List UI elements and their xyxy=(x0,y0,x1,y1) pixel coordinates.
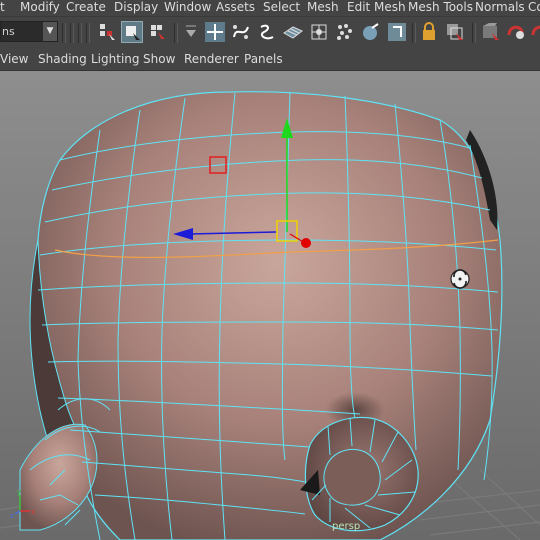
chevron-down-icon: ▼ xyxy=(43,22,57,41)
menu-item-edit-mesh[interactable]: Edit Mesh xyxy=(347,0,406,15)
toolbar-divider xyxy=(70,23,74,43)
select-by-component-icon[interactable] xyxy=(147,21,169,43)
menu-item-create[interactable]: Create xyxy=(66,0,106,15)
toolbar-divider xyxy=(62,23,66,43)
ipr-render-icon[interactable] xyxy=(506,21,528,43)
head-mesh[interactable] xyxy=(19,91,503,540)
dropdown-arrow-icon[interactable] xyxy=(180,21,202,43)
head-surface[interactable] xyxy=(36,91,503,540)
panel-menu-show[interactable]: Show xyxy=(143,52,175,66)
toolbar-divider xyxy=(78,23,82,43)
construction-grid-icon[interactable] xyxy=(386,21,408,43)
menu-item-color[interactable]: Co xyxy=(528,0,540,15)
menu-item-mesh-tools[interactable]: Mesh Tools xyxy=(408,0,473,15)
select-by-object-icon[interactable] xyxy=(121,21,143,43)
axis-label-z: z xyxy=(10,512,14,519)
ear-inner[interactable] xyxy=(323,448,381,506)
panel-menu-view[interactable]: View xyxy=(0,52,28,66)
status-line-toolbar: ns ▼ xyxy=(0,16,540,49)
snap-to-curve-icon[interactable] xyxy=(230,21,252,43)
menu-item-mesh[interactable]: Mesh xyxy=(307,0,339,15)
panel-menu-panels[interactable]: Panels xyxy=(244,52,283,66)
snap-to-view-plane-icon[interactable] xyxy=(308,21,330,43)
axis-label-x: x xyxy=(31,508,35,516)
select-by-hierarchy-icon[interactable] xyxy=(96,21,118,43)
snap-to-surface-icon[interactable] xyxy=(282,21,304,43)
lock-icon[interactable] xyxy=(418,21,440,43)
menu-set-dropdown[interactable]: ns ▼ xyxy=(0,21,58,42)
menu-item-assets[interactable]: Assets xyxy=(216,0,255,15)
panel-menu-renderer[interactable]: Renderer xyxy=(184,52,239,66)
toolbar-divider xyxy=(472,23,476,43)
render-settings-icon[interactable] xyxy=(530,21,540,43)
menu-item-edit[interactable]: t xyxy=(0,0,5,15)
snap-to-grid-icon[interactable] xyxy=(256,21,278,43)
menu-item-display[interactable]: Display xyxy=(114,0,158,15)
viewport-canvas[interactable] xyxy=(0,71,540,540)
make-live-icon[interactable] xyxy=(360,21,382,43)
toolbar-divider xyxy=(86,23,90,43)
menu-item-window[interactable]: Window xyxy=(164,0,211,15)
menu-item-modify[interactable]: Modify xyxy=(20,0,60,15)
toolbar-divider xyxy=(412,23,416,43)
ear[interactable] xyxy=(300,416,419,532)
panel-menu-lighting[interactable]: Lighting xyxy=(91,52,140,66)
axis-indicator: y x z xyxy=(10,488,40,520)
rotate-cursor-icon xyxy=(450,269,470,289)
axis-label-y: y xyxy=(17,489,21,496)
render-current-frame-icon[interactable] xyxy=(480,21,502,43)
menu-item-normals[interactable]: Normals xyxy=(475,0,525,15)
panel-menu-bar: View Shading Lighting Show Renderer Pane… xyxy=(0,48,540,71)
menu-set-value: ns xyxy=(2,25,15,38)
toolbar-divider xyxy=(174,23,178,43)
main-menu-bar: t Modify Create Display Window Assets Se… xyxy=(0,0,540,16)
perspective-viewport[interactable]: y x z persp xyxy=(0,71,540,540)
move-snap-icon[interactable] xyxy=(204,21,226,43)
pivot-point[interactable] xyxy=(301,238,311,248)
menu-item-select[interactable]: Select xyxy=(263,0,300,15)
panel-menu-shading[interactable]: Shading xyxy=(38,52,87,66)
snap-to-points-icon[interactable] xyxy=(334,21,356,43)
construction-history-icon[interactable] xyxy=(444,21,466,43)
camera-name-label: persp xyxy=(332,521,361,532)
